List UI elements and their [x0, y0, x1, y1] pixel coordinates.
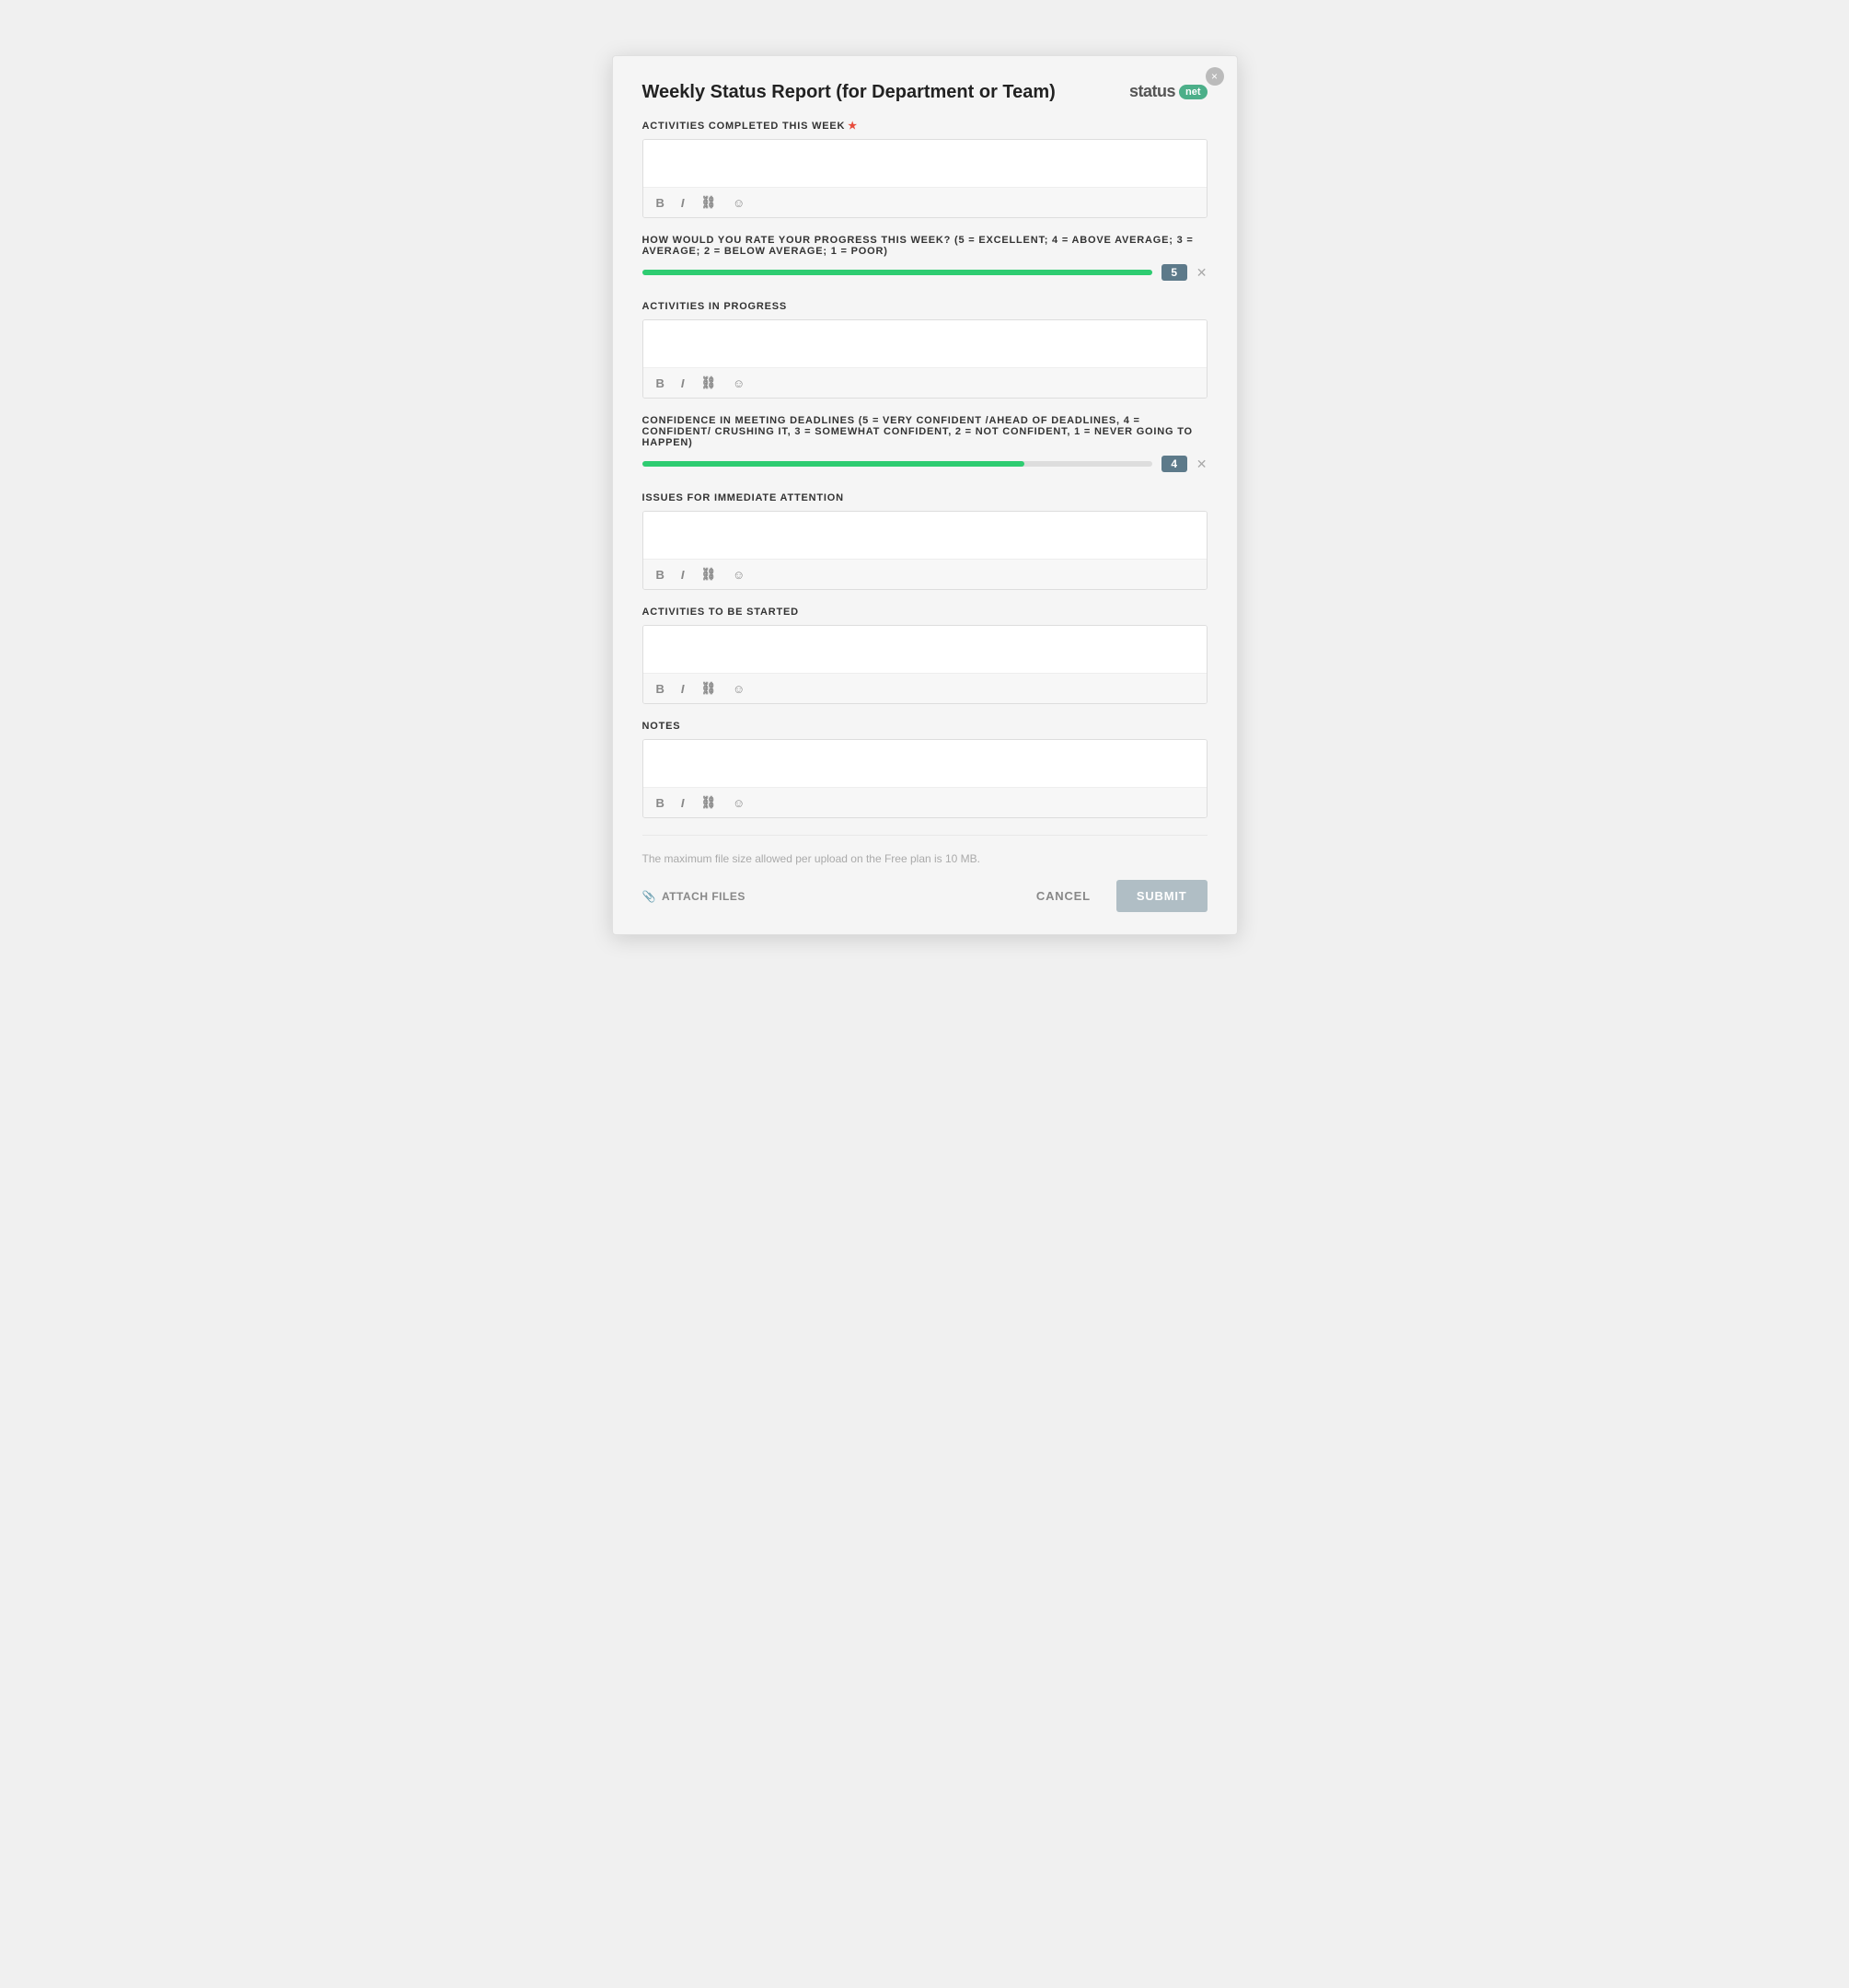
confidence-slider-track — [642, 461, 1152, 467]
activities-in-progress-input[interactable] — [643, 320, 1207, 368]
issues-editor: B I ⛓ ☺ — [642, 511, 1208, 590]
italic-button-4[interactable]: I — [677, 680, 688, 698]
activities-completed-editor: B I ⛓ ☺ — [642, 139, 1208, 218]
modal-container: × Weekly Status Report (for Department o… — [612, 55, 1238, 935]
modal-header: Weekly Status Report (for Department or … — [642, 82, 1208, 103]
footer-section: The maximum file size allowed per upload… — [642, 835, 1208, 912]
bold-button-5[interactable]: B — [653, 794, 668, 812]
progress-slider-value: 5 — [1161, 264, 1187, 281]
activities-to-start-label: ACTIVITIES TO BE STARTED — [642, 607, 1208, 618]
link-icon-5: ⛓ — [701, 795, 717, 809]
emoji-button-5[interactable]: ☺ — [729, 794, 748, 812]
brand-logo: status net — [1129, 82, 1208, 101]
link-icon-4: ⛓ — [701, 681, 717, 695]
activities-completed-toolbar: B I ⛓ ☺ — [643, 188, 1207, 217]
activities-in-progress-editor: B I ⛓ ☺ — [642, 319, 1208, 399]
issues-toolbar: B I ⛓ ☺ — [643, 560, 1207, 589]
attach-files-label: ATTACH FILES — [662, 890, 745, 903]
modal-title: Weekly Status Report (for Department or … — [642, 82, 1056, 103]
link-button-4[interactable]: ⛓ — [698, 679, 721, 698]
italic-button-3[interactable]: I — [677, 566, 688, 584]
progress-slider-row: 5 ✕ — [642, 264, 1208, 281]
progress-rating-label: HOW WOULD YOU RATE YOUR PROGRESS THIS WE… — [642, 235, 1208, 257]
emoji-icon-2: ☺ — [733, 376, 745, 390]
link-icon-3: ⛓ — [701, 567, 717, 581]
bold-button-1[interactable]: B — [653, 194, 668, 212]
bold-button-2[interactable]: B — [653, 375, 668, 392]
progress-rating-section: HOW WOULD YOU RATE YOUR PROGRESS THIS WE… — [642, 235, 1208, 281]
emoji-button-1[interactable]: ☺ — [729, 194, 748, 212]
brand-badge: net — [1179, 85, 1208, 99]
file-size-note: The maximum file size allowed per upload… — [642, 852, 1208, 865]
activities-to-start-toolbar: B I ⛓ ☺ — [643, 674, 1207, 703]
activities-completed-input[interactable] — [643, 140, 1207, 188]
notes-editor: B I ⛓ ☺ — [642, 739, 1208, 818]
progress-slider-clear[interactable]: ✕ — [1196, 265, 1208, 281]
cancel-button[interactable]: CANCEL — [1022, 880, 1105, 912]
brand-text: status — [1129, 82, 1175, 101]
issues-input[interactable] — [643, 512, 1207, 560]
emoji-icon-3: ☺ — [733, 568, 745, 582]
activities-completed-label: ACTIVITIES COMPLETED THIS WEEK★ — [642, 120, 1208, 132]
activities-in-progress-label: ACTIVITIES IN PROGRESS — [642, 301, 1208, 312]
link-button-3[interactable]: ⛓ — [698, 565, 721, 584]
emoji-icon-1: ☺ — [733, 196, 745, 210]
emoji-button-4[interactable]: ☺ — [729, 680, 748, 698]
attach-files-button[interactable]: 📎 ATTACH FILES — [642, 890, 745, 903]
action-buttons: CANCEL SUBMIT — [1022, 880, 1208, 912]
notes-input[interactable] — [643, 740, 1207, 788]
confidence-slider-row: 4 ✕ — [642, 456, 1208, 472]
activities-in-progress-toolbar: B I ⛓ ☺ — [643, 368, 1207, 398]
emoji-icon-5: ☺ — [733, 796, 745, 810]
close-button[interactable]: × — [1206, 67, 1224, 86]
italic-button-1[interactable]: I — [677, 194, 688, 212]
notes-toolbar: B I ⛓ ☺ — [643, 788, 1207, 817]
link-icon-2: ⛓ — [701, 376, 717, 389]
notes-label: NOTES — [642, 721, 1208, 732]
link-button-5[interactable]: ⛓ — [698, 793, 721, 812]
link-button-1[interactable]: ⛓ — [698, 193, 721, 212]
footer-actions: 📎 ATTACH FILES CANCEL SUBMIT — [642, 880, 1208, 912]
bold-button-4[interactable]: B — [653, 680, 668, 698]
confidence-slider-value: 4 — [1161, 456, 1187, 472]
issues-label: ISSUES FOR IMMEDIATE ATTENTION — [642, 492, 1208, 503]
submit-button[interactable]: SUBMIT — [1116, 880, 1208, 912]
confidence-rating-section: CONFIDENCE IN MEETING DEADLINES (5 = VER… — [642, 415, 1208, 472]
italic-button-2[interactable]: I — [677, 375, 688, 392]
link-icon-1: ⛓ — [701, 195, 717, 209]
required-indicator: ★ — [848, 121, 858, 132]
bold-button-3[interactable]: B — [653, 566, 668, 584]
emoji-icon-4: ☺ — [733, 682, 745, 696]
italic-button-5[interactable]: I — [677, 794, 688, 812]
confidence-slider-clear[interactable]: ✕ — [1196, 457, 1208, 472]
progress-slider-track — [642, 270, 1152, 275]
activities-to-start-input[interactable] — [643, 626, 1207, 674]
activities-to-start-editor: B I ⛓ ☺ — [642, 625, 1208, 704]
link-button-2[interactable]: ⛓ — [698, 374, 721, 392]
emoji-button-3[interactable]: ☺ — [729, 566, 748, 584]
emoji-button-2[interactable]: ☺ — [729, 375, 748, 392]
confidence-rating-label: CONFIDENCE IN MEETING DEADLINES (5 = VER… — [642, 415, 1208, 448]
paperclip-icon: 📎 — [642, 890, 656, 903]
